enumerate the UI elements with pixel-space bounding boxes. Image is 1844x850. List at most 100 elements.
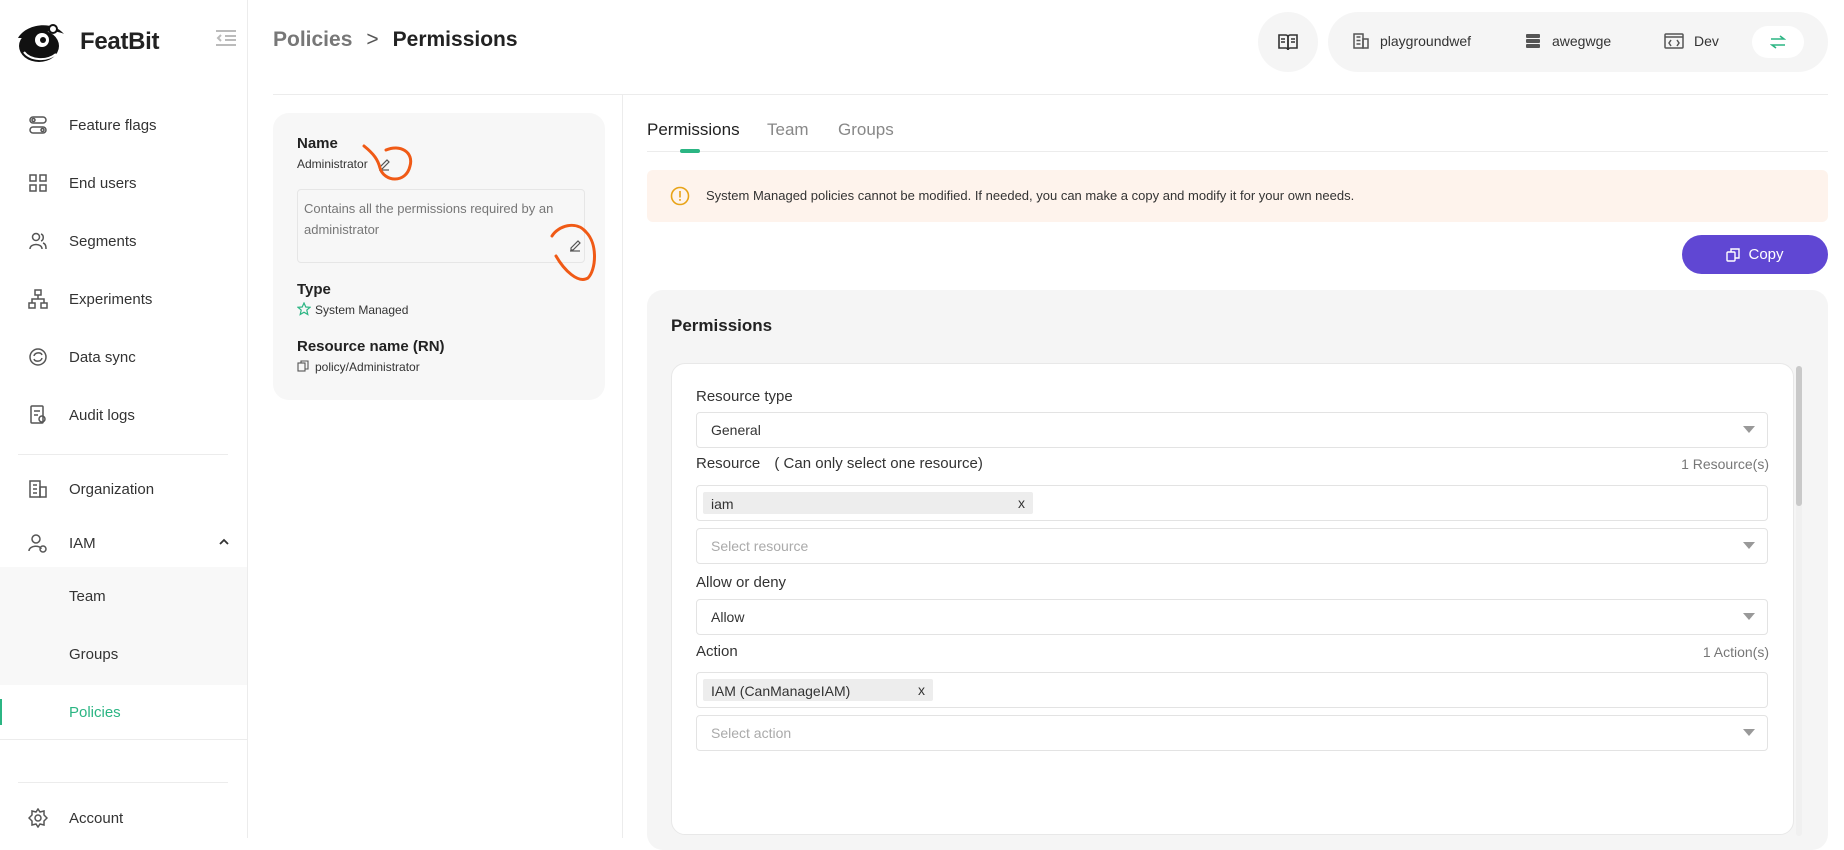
content-divider — [622, 95, 623, 838]
sidebar-item-label: Feature flags — [69, 116, 157, 134]
caret-down-icon — [1743, 729, 1755, 736]
warning-icon — [670, 186, 690, 206]
context-switcher: playgroundwef awegwge Dev — [1328, 12, 1828, 72]
action-count: 1 Action(s) — [1702, 644, 1769, 660]
sidebar-item-policies[interactable]: Policies — [0, 692, 247, 732]
copy-icon — [1726, 247, 1741, 262]
caret-down-icon — [1743, 613, 1755, 620]
sidebar-item-account[interactable]: Account — [0, 798, 247, 838]
sidebar-item-label: Organization — [69, 480, 155, 498]
resource-label: Resource ( Can only select one resource) — [696, 455, 983, 472]
caret-down-icon — [1743, 426, 1755, 433]
sidebar-item-label: Account — [69, 809, 124, 827]
submenu-bottom-line — [0, 739, 247, 740]
sidebar-item-label: IAM — [69, 534, 96, 552]
sidebar-item-data-sync[interactable]: Data sync — [0, 337, 247, 377]
resource-count: 1 Resource(s) — [1681, 456, 1769, 472]
breadcrumb-separator: > — [366, 28, 379, 51]
edit-description-icon[interactable] — [568, 238, 582, 252]
policy-info-card: Name Administrator Contains all the perm… — [273, 113, 605, 400]
active-tab-indicator — [680, 149, 700, 153]
sidebar-item-label: Data sync — [69, 348, 136, 366]
sidebar-item-segments[interactable]: Segments — [0, 221, 247, 261]
server-icon — [1524, 32, 1542, 50]
resource-tag-label: iam — [711, 496, 734, 512]
tab-team[interactable]: Team — [767, 120, 809, 140]
permissions-title: Permissions — [671, 316, 773, 335]
name-label: Name — [297, 135, 338, 152]
featbit-logo-icon[interactable] — [12, 20, 68, 64]
sidebar-item-audit-logs[interactable]: Audit logs — [0, 395, 247, 435]
chevron-up-icon[interactable] — [218, 536, 230, 548]
action-label: Action — [696, 643, 738, 660]
project-selector[interactable]: awegwge — [1524, 32, 1611, 50]
alert-message: System Managed policies cannot be modifi… — [706, 188, 1355, 203]
remove-resource-tag-icon[interactable]: x — [1018, 495, 1025, 511]
resource-tags-field[interactable]: iam x — [696, 485, 1768, 521]
sidebar-item-end-users[interactable]: End users — [0, 163, 247, 203]
permissions-panel: Permissions Resource type General Resour… — [647, 290, 1828, 850]
resource-select[interactable]: Select resource — [696, 528, 1768, 564]
resource-type-label: Resource type — [696, 388, 793, 405]
user-shield-icon — [28, 533, 48, 553]
sidebar-item-label: Groups — [69, 645, 119, 663]
active-indicator — [0, 699, 2, 725]
hierarchy-icon — [28, 289, 48, 309]
system-managed-alert: System Managed policies cannot be modifi… — [647, 170, 1828, 222]
resource-type-select[interactable]: General — [696, 412, 1768, 448]
sidebar-item-label: Segments — [69, 232, 137, 250]
tab-groups[interactable]: Groups — [838, 120, 894, 140]
policy-rn: policy/Administrator — [315, 360, 420, 374]
resource-tag: iam x — [703, 492, 1033, 514]
sidebar-item-groups[interactable]: Groups — [0, 634, 247, 674]
sidebar-item-label: Experiments — [69, 290, 153, 308]
sidebar-item-iam[interactable]: IAM — [0, 523, 247, 563]
edit-name-icon[interactable] — [377, 157, 391, 171]
remove-action-tag-icon[interactable]: x — [918, 682, 925, 698]
page-title: Permissions — [392, 28, 518, 51]
tabs-divider — [647, 151, 1828, 152]
sidebar-item-organization[interactable]: Organization — [0, 469, 247, 509]
policy-name: Administrator — [297, 157, 368, 171]
description-box: Contains all the permissions required by… — [297, 189, 585, 263]
toggles-icon — [28, 115, 48, 135]
organization-name: playgroundwef — [1380, 33, 1472, 49]
grid-icon — [28, 173, 48, 193]
action-tag: IAM (CanManageIAM) x — [703, 679, 933, 701]
breadcrumb: Policies > Permissions — [273, 28, 518, 52]
action-select[interactable]: Select action — [696, 715, 1768, 751]
switch-context-button[interactable] — [1752, 26, 1804, 58]
copy-button[interactable]: Copy — [1682, 235, 1828, 274]
environment-selector[interactable]: Dev — [1664, 32, 1719, 50]
policy-type: System Managed — [315, 303, 409, 317]
sidebar: FeatBit Feature flags End users Segments… — [0, 0, 248, 838]
effect-value: Allow — [711, 609, 745, 625]
sidebar-divider — [18, 782, 228, 783]
tab-permissions[interactable]: Permissions — [647, 120, 740, 140]
copy-icon[interactable] — [297, 360, 309, 372]
gear-icon — [28, 808, 48, 828]
sidebar-item-feature-flags[interactable]: Feature flags — [0, 105, 247, 145]
sidebar-item-team[interactable]: Team — [0, 576, 247, 616]
resource-label-text: Resource — [696, 455, 761, 472]
book-icon — [1278, 33, 1298, 51]
copy-button-label: Copy — [1748, 246, 1784, 263]
building-icon — [1352, 32, 1370, 50]
star-icon — [297, 302, 311, 316]
action-tags-field[interactable]: IAM (CanManageIAM) x — [696, 672, 1768, 708]
caret-down-icon — [1743, 542, 1755, 549]
effect-select[interactable]: Allow — [696, 599, 1768, 635]
sidebar-item-label: Team — [69, 587, 106, 605]
sidebar-item-label: End users — [69, 174, 137, 192]
sidebar-item-label: Policies — [69, 703, 121, 721]
scrollbar-thumb[interactable] — [1796, 366, 1802, 506]
action-tag-label: IAM (CanManageIAM) — [711, 683, 851, 699]
sidebar-item-experiments[interactable]: Experiments — [0, 279, 247, 319]
collapse-sidebar-icon[interactable] — [216, 30, 236, 46]
project-name: awegwge — [1552, 33, 1612, 49]
docs-button[interactable] — [1258, 12, 1318, 72]
resource-hint: ( Can only select one resource) — [774, 455, 983, 472]
scrollbar[interactable] — [1796, 366, 1802, 836]
breadcrumb-parent-link[interactable]: Policies — [273, 28, 352, 52]
organization-selector[interactable]: playgroundwef — [1352, 32, 1471, 50]
